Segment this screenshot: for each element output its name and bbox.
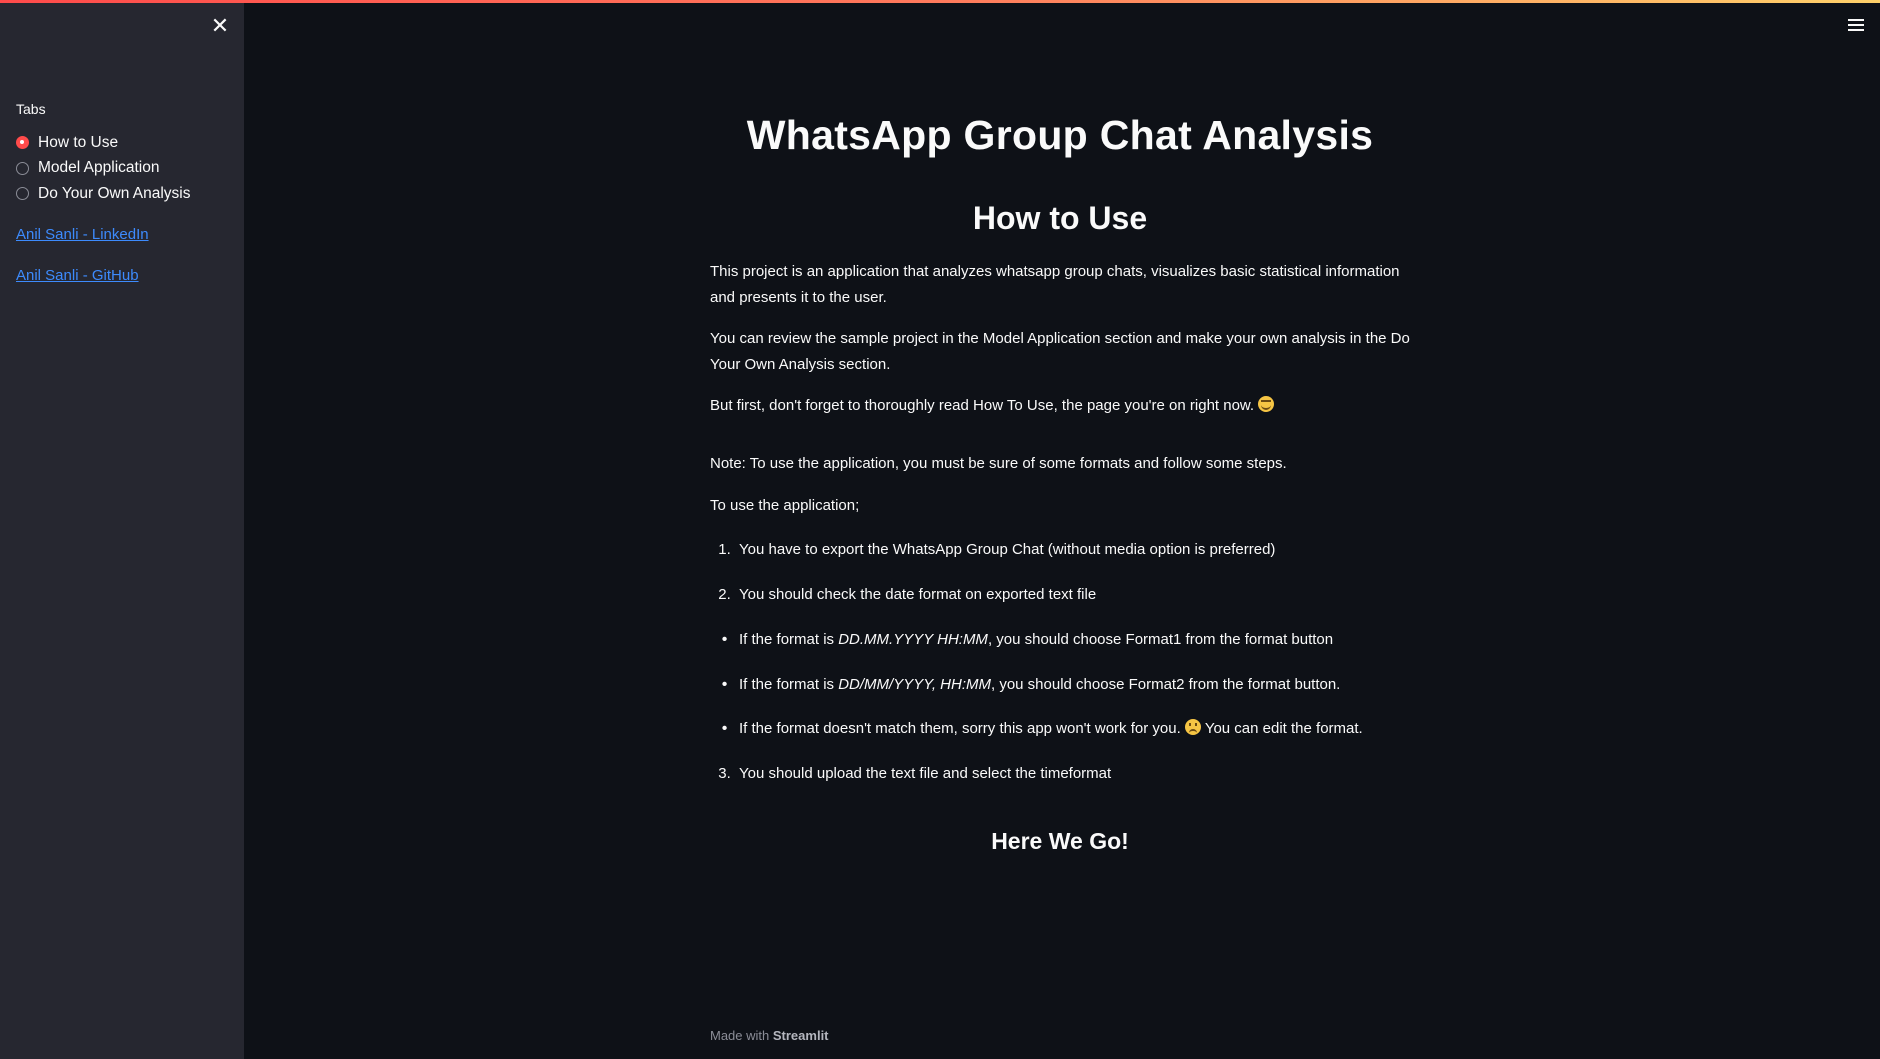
read-first-paragraph: But first, don't forget to thoroughly re… bbox=[710, 393, 1410, 419]
bullet-text: If the format doesn't match them, sorry … bbox=[739, 719, 1363, 737]
tabs-label: Tabs bbox=[16, 101, 46, 117]
sidebar: ✕ Tabs How to Use Model Application Do Y… bbox=[0, 0, 244, 1059]
section-title: How to Use bbox=[972, 200, 1148, 236]
list-marker: 2. bbox=[718, 586, 731, 603]
note-paragraph: Note: To use the application, you must b… bbox=[710, 455, 1287, 472]
bullet-icon: • bbox=[721, 631, 728, 648]
smiling-face-icon bbox=[1258, 396, 1275, 412]
page-title: WhatsApp Group Chat Analysis bbox=[746, 112, 1374, 158]
radio-unselected-icon[interactable] bbox=[16, 161, 29, 175]
to-use-paragraph: To use the application; bbox=[710, 497, 860, 514]
bullet-icon: • bbox=[721, 720, 728, 737]
bullet-item: • If the format is DD/MM/YYYY, HH:MM, yo… bbox=[710, 674, 1410, 696]
footer: Made with Streamlit bbox=[710, 1028, 829, 1043]
list-item: 1. You have to export the WhatsApp Group… bbox=[710, 539, 1410, 561]
list-marker: 1. bbox=[718, 541, 731, 558]
top-decoration-bar bbox=[0, 0, 1880, 3]
close-icon: ✕ bbox=[210, 13, 230, 38]
radio-do-your-own-analysis[interactable]: Do Your Own Analysis bbox=[16, 181, 191, 207]
radio-label: How to Use bbox=[38, 133, 119, 151]
linkedin-link[interactable]: Anil Sanli - LinkedIn bbox=[16, 226, 149, 243]
radio-how-to-use[interactable]: How to Use bbox=[16, 130, 191, 156]
radio-label: Model Application bbox=[38, 159, 160, 177]
bullet-item: • If the format is DD.MM.YYYY HH:MM, you… bbox=[710, 629, 1410, 651]
bullet-icon: • bbox=[721, 676, 728, 693]
radio-selected-icon[interactable] bbox=[16, 136, 29, 150]
list-item-text: You should check the date format on expo… bbox=[739, 586, 1097, 603]
streamlit-link[interactable]: Streamlit bbox=[773, 1028, 829, 1043]
list-item-text: You have to export the WhatsApp Group Ch… bbox=[739, 541, 1276, 558]
list-item: 2. You should check the date format on e… bbox=[710, 584, 1410, 606]
hamburger-menu-icon bbox=[1848, 19, 1864, 21]
review-paragraph: You can review the sample project in the… bbox=[710, 330, 1410, 373]
main-menu-button[interactable] bbox=[1845, 14, 1867, 36]
radio-label: Do Your Own Analysis bbox=[38, 184, 191, 202]
bullet-text: If the format is DD.MM.YYYY HH:MM, you s… bbox=[739, 631, 1334, 648]
list-item: 3. You should upload the text file and s… bbox=[710, 763, 1410, 785]
here-we-go-heading: Here We Go! bbox=[991, 828, 1129, 854]
bullet-item: • If the format doesn't match them, sorr… bbox=[710, 718, 1410, 740]
bullet-text: If the format is DD/MM/YYYY, HH:MM, you … bbox=[739, 676, 1341, 693]
worried-face-icon bbox=[1184, 719, 1201, 735]
radio-unselected-icon[interactable] bbox=[16, 187, 29, 201]
list-item-text: You should upload the text file and sele… bbox=[739, 765, 1112, 782]
close-sidebar-button[interactable]: ✕ bbox=[208, 14, 232, 38]
tabs-radio-group: How to Use Model Application Do Your Own… bbox=[16, 130, 191, 207]
list-marker: 3. bbox=[718, 765, 731, 782]
intro-paragraph: This project is an application that anal… bbox=[710, 263, 1400, 306]
github-link[interactable]: Anil Sanli - GitHub bbox=[16, 267, 139, 284]
radio-model-application[interactable]: Model Application bbox=[16, 156, 191, 182]
